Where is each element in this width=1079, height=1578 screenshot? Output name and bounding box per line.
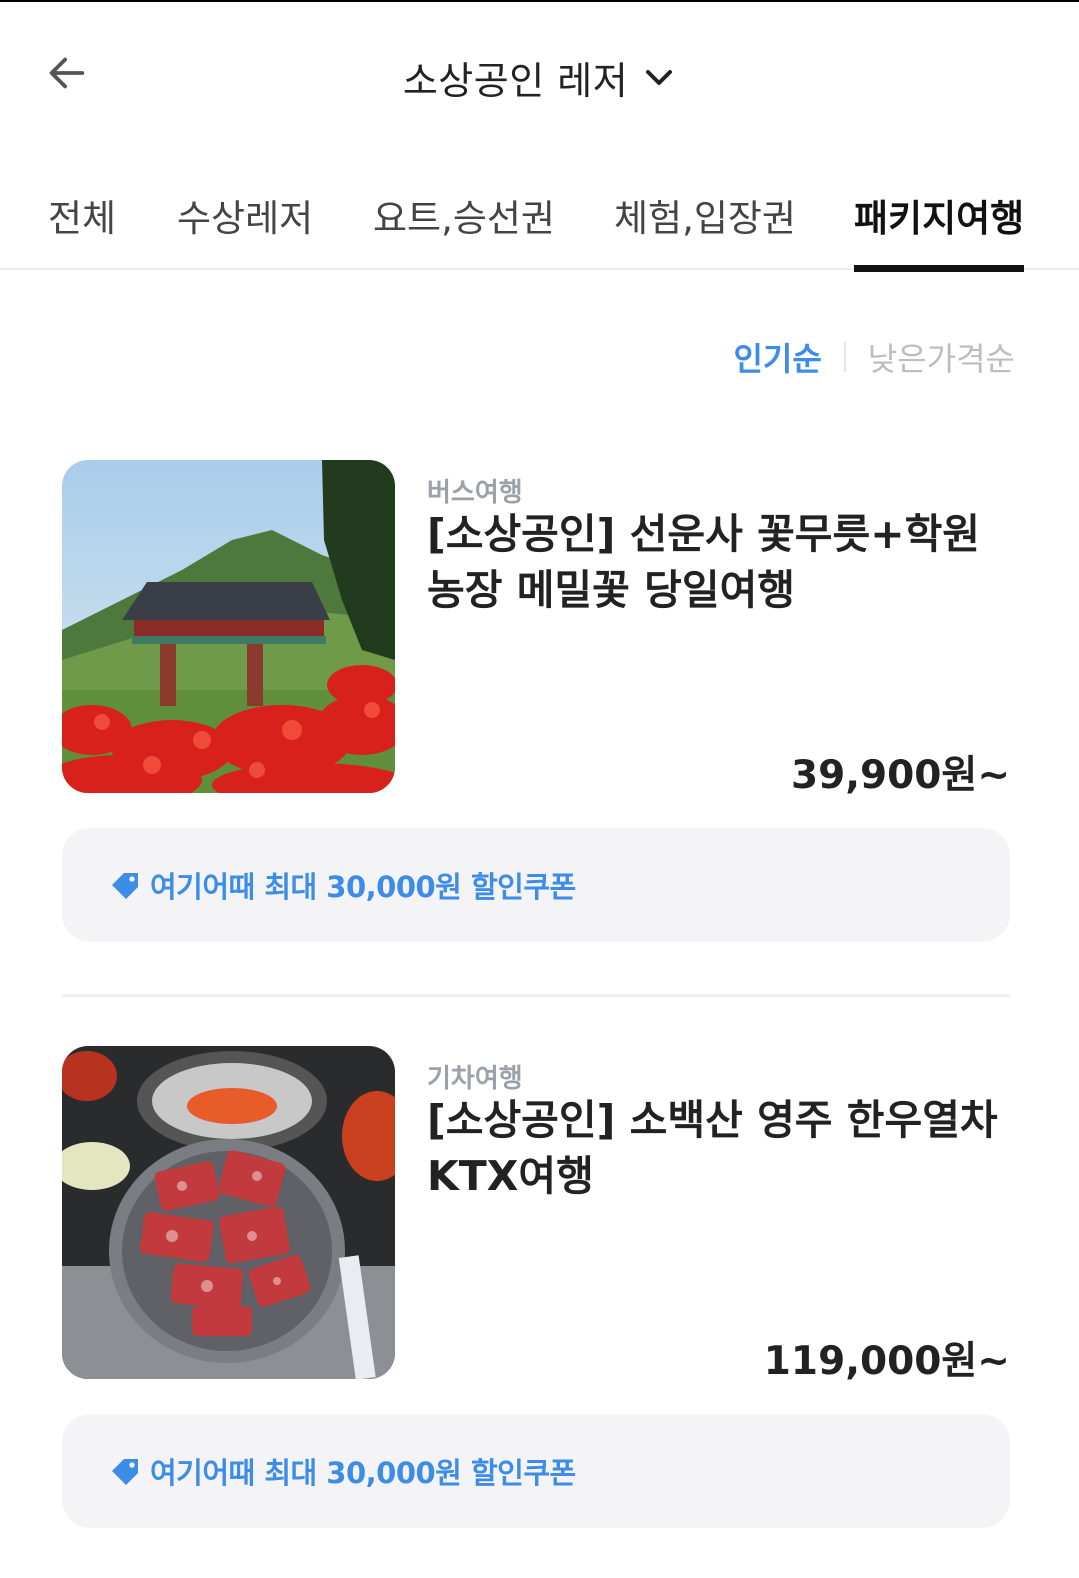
product-price: 39,900원~ (790, 753, 1010, 798)
header: 소상공인 레저 (0, 2, 1079, 142)
category-dropdown[interactable]: 소상공인 레저 (0, 50, 1079, 105)
tag-icon (108, 867, 144, 903)
divider (843, 342, 846, 372)
tab-all[interactable]: 전체 (48, 188, 116, 270)
product-name: [소상공인] 선운사 꽃무릇+학원 농장 메밀꽃 당일여행 (427, 510, 981, 614)
product-name: [소상공인] 소백산 영주 한우열차 KTX여행 (427, 1096, 998, 1200)
sort-popular[interactable]: 인기순 (733, 334, 821, 380)
product-card[interactable]: 기차여행 [소상공인] 소백산 영주 한우열차 KTX여행 119,000원~ (62, 1046, 1010, 1386)
coupon-banner[interactable]: 여기어때 최대 30,000원 할인쿠폰 (62, 1414, 1010, 1528)
tab-experience[interactable]: 체험,입장권 (614, 188, 796, 270)
category-tabs: 전체 수상레저 요트,승선권 체험,입장권 패키지여행 (0, 170, 1079, 272)
tab-water-leisure[interactable]: 수상레저 (177, 188, 313, 270)
product-card[interactable]: 버스여행 [소상공인] 선운사 꽃무릇+학원 농장 메밀꽃 당일여행 39,90… (62, 460, 1010, 800)
coupon-text: 여기어때 최대 30,000원 할인쿠폰 (150, 870, 576, 904)
product-category: 기차여행 (427, 1064, 523, 1094)
product-image (62, 1046, 395, 1379)
tag-icon (108, 1453, 144, 1489)
sort-low-price[interactable]: 낮은가격순 (868, 334, 1015, 380)
product-category: 버스여행 (427, 478, 523, 508)
coupon-text: 여기어때 최대 30,000원 할인쿠폰 (150, 1456, 576, 1490)
tab-yacht[interactable]: 요트,승선권 (373, 188, 555, 270)
divider (62, 994, 1010, 997)
chevron-down-icon (642, 61, 676, 95)
tab-package-tour[interactable]: 패키지여행 (854, 188, 1025, 272)
sort-options: 인기순 낮은가격순 (733, 334, 1015, 380)
page-title: 소상공인 레저 (402, 59, 629, 103)
coupon-banner[interactable]: 여기어때 최대 30,000원 할인쿠폰 (62, 828, 1010, 942)
product-image (62, 460, 395, 793)
product-price: 119,000원~ (763, 1339, 1010, 1384)
